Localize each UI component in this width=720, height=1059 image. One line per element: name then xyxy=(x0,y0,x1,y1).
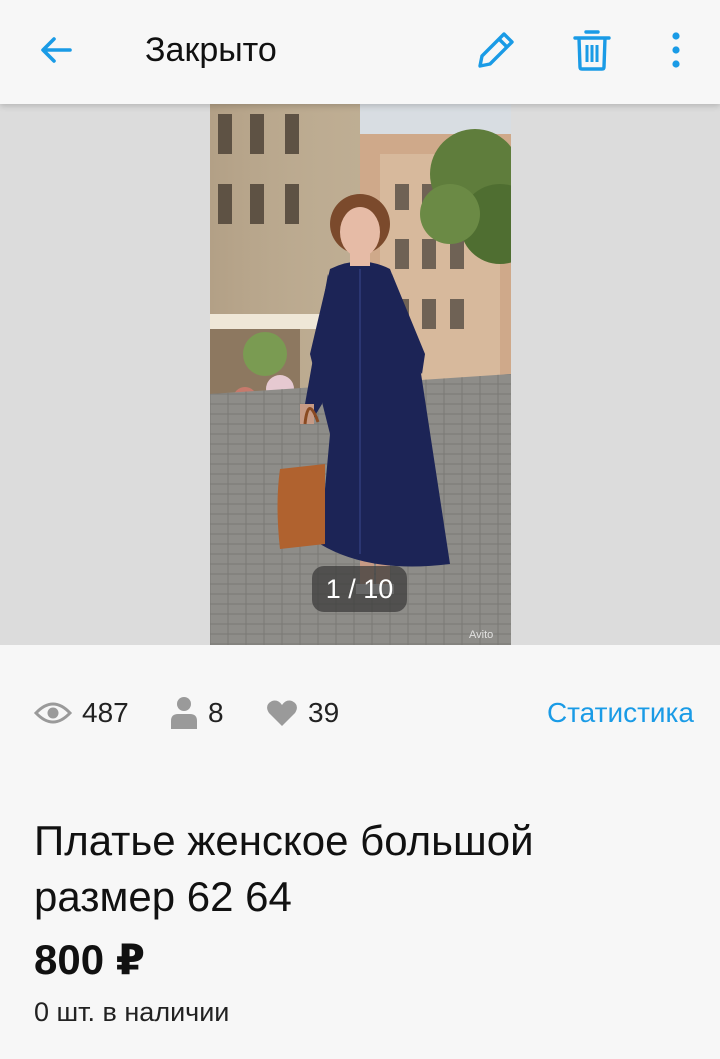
arrow-left-icon xyxy=(41,37,72,63)
avito-watermark: Avito xyxy=(469,629,494,641)
stock-status: 0 шт. в наличии xyxy=(34,997,230,1027)
delete-button[interactable] xyxy=(570,27,614,73)
contacts-count: 8 xyxy=(208,697,224,728)
pencil-icon xyxy=(478,32,514,68)
views-stat: 487 xyxy=(34,695,129,731)
product-photo[interactable] xyxy=(210,104,511,645)
views-count: 487 xyxy=(82,697,129,728)
page-title: Закрыто xyxy=(145,31,277,69)
listing-stats: 487 8 39 Статистика xyxy=(34,695,694,731)
favorites-stat: 39 xyxy=(266,695,339,731)
back-button[interactable] xyxy=(36,30,76,70)
listing-price: 800 ₽ xyxy=(34,936,145,983)
favorites-count: 39 xyxy=(308,697,340,728)
photo-counter: 1 / 10 xyxy=(312,566,407,612)
photo-gallery[interactable]: 1 / 10 Avito xyxy=(0,104,720,645)
trash-icon xyxy=(573,30,611,71)
statistics-link[interactable]: Статистика xyxy=(547,695,694,731)
contacts-stat: 8 xyxy=(170,695,224,731)
more-vertical-icon xyxy=(672,32,680,68)
edit-button[interactable] xyxy=(474,28,518,72)
more-options-button[interactable] xyxy=(664,30,688,70)
listing-title: Платье женское большой размер 62 64 xyxy=(34,817,534,920)
top-app-bar: Закрыто xyxy=(0,0,720,104)
listing-info: 487 8 39 Статистика Платье женское больш… xyxy=(0,645,720,1059)
eye-icon xyxy=(34,702,72,724)
heart-icon xyxy=(267,700,297,726)
person-icon xyxy=(171,697,197,729)
